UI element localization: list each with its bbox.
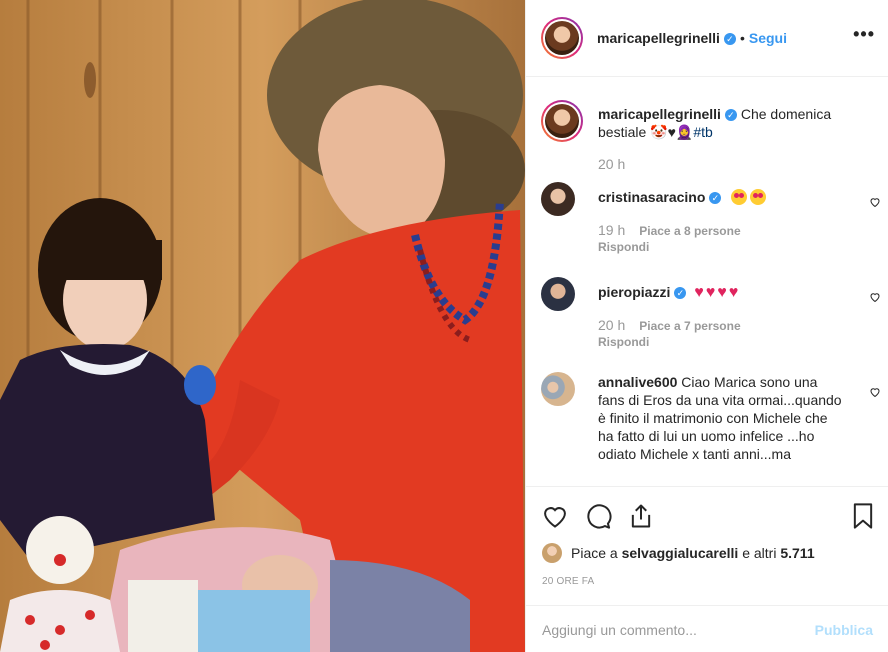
heart-eyes-emoji	[750, 189, 767, 205]
caption-emojis: 🤡♥🧕	[650, 124, 694, 140]
share-icon[interactable]	[627, 502, 655, 530]
likes-count[interactable]: 5.711	[780, 545, 814, 561]
comment-time[interactable]: 19 h	[598, 222, 625, 238]
comment-input[interactable]: Aggiungi un commento...	[542, 622, 815, 638]
comment-likes[interactable]: Piace a 7 persone	[639, 319, 740, 333]
reply-button[interactable]: Rispondi	[598, 335, 649, 349]
likes-summary[interactable]: Piace a selvaggialucarelli e altri 5.711	[542, 543, 815, 563]
post-header: maricapellegrinelli ✓ • Segui •••	[526, 0, 888, 77]
bookmark-icon[interactable]	[849, 502, 877, 530]
comment-avatar[interactable]	[541, 277, 575, 311]
likes-suffix: e altri	[742, 545, 777, 561]
liked-by-username[interactable]: selvaggialucarelli	[622, 545, 739, 561]
header-info: maricapellegrinelli ✓ • Segui	[597, 30, 787, 46]
comment-icon[interactable]	[584, 502, 612, 530]
comment-username[interactable]: pieropiazzi	[598, 284, 670, 300]
caption-time[interactable]: 20 h	[598, 156, 625, 172]
caption-meta: 20 h	[598, 156, 639, 172]
heart-icon[interactable]	[869, 291, 881, 303]
comment-avatar[interactable]	[541, 182, 575, 216]
comment-likes[interactable]: Piace a 8 persone	[639, 224, 740, 238]
post-side-panel: maricapellegrinelli ✓ • Segui ••• maricapel…	[525, 0, 888, 652]
post-actions: Piace a selvaggialucarelli e altri 5.711…	[526, 486, 888, 652]
comment-avatar[interactable]	[541, 372, 575, 406]
like-heart-icon[interactable]	[541, 502, 569, 530]
verified-icon: ✓	[674, 287, 687, 299]
verified-icon: ✓	[723, 33, 736, 45]
instagram-post: maricapellegrinelli ✓ • Segui ••• maricapel…	[0, 0, 888, 652]
comment-body: pieropiazzi ✓ ♥♥♥♥	[598, 283, 846, 302]
comment-meta: 20 h Piace a 7 persone	[598, 317, 741, 333]
reply-button[interactable]: Rispondi	[598, 240, 649, 254]
comment-username[interactable]: cristinasaracino	[598, 189, 705, 205]
publish-button[interactable]: Pubblica	[815, 622, 873, 638]
liker-avatar	[542, 543, 562, 563]
caption-username[interactable]: maricapellegrinelli	[598, 106, 721, 122]
more-icon[interactable]: •••	[853, 25, 875, 43]
likes-prefix: Piace a	[571, 545, 618, 561]
comment-hearts: ♥♥♥♥	[694, 284, 741, 301]
comment-body: cristinasaracino ✓	[598, 188, 846, 206]
post-timestamp[interactable]: 20 ORE FA	[542, 576, 594, 587]
verified-icon: ✓	[709, 192, 722, 204]
heart-icon[interactable]	[869, 196, 881, 208]
comment-meta: 19 h Piace a 8 persone	[598, 222, 741, 238]
caption-hashtag[interactable]: #tb	[693, 124, 712, 140]
caption-text-block: maricapellegrinelli ✓ Che domenica bestia…	[598, 105, 846, 141]
comments-list: maricapellegrinelli ✓ Che domenica bestia…	[526, 78, 888, 486]
heart-icon[interactable]	[869, 386, 881, 398]
add-comment-bar: Aggiungi un commento... Pubblica	[526, 605, 888, 652]
comment-body: annalive600 Ciao Marica sono una fans di…	[598, 373, 846, 463]
verified-icon: ✓	[724, 109, 737, 121]
caption-avatar[interactable]	[541, 100, 583, 142]
comment-time[interactable]: 20 h	[598, 317, 625, 333]
comment-username[interactable]: annalive600	[598, 374, 677, 390]
heart-eyes-emoji	[731, 189, 748, 205]
author-avatar[interactable]	[541, 17, 583, 59]
follow-button[interactable]: Segui	[749, 30, 787, 46]
post-photo[interactable]	[0, 0, 525, 652]
author-username[interactable]: maricapellegrinelli	[597, 30, 720, 46]
separator-dot: •	[739, 30, 745, 46]
post-photo-image	[0, 0, 525, 652]
